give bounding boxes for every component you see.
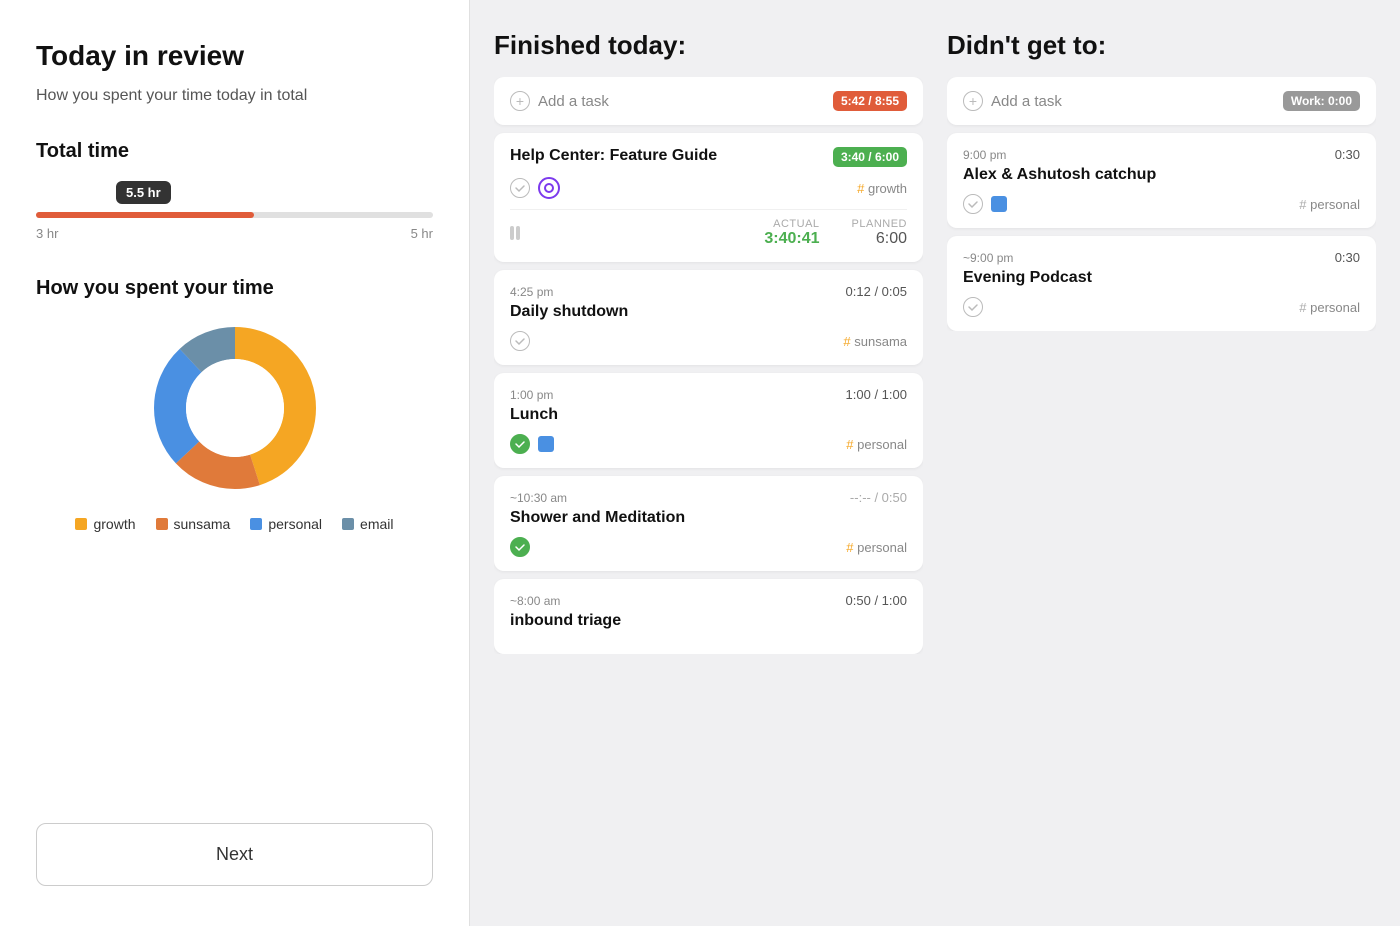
inbound-title: inbound triage xyxy=(510,612,907,630)
legend-sunsama: sunsama xyxy=(156,516,231,532)
planned-label: PLANNED xyxy=(852,218,907,230)
finished-add-task-card[interactable]: + Add a task 5:42 / 8:55 xyxy=(494,77,923,125)
evening-title: Evening Podcast xyxy=(963,269,1360,287)
shower-time: ~10:30 am xyxy=(510,491,567,505)
lunch-duration: 1:00 / 1:00 xyxy=(846,387,907,402)
add-task-label: Add a task xyxy=(538,93,609,110)
evening-duration: 0:30 xyxy=(1335,250,1360,265)
page-title: Today in review xyxy=(36,40,433,72)
lunch-tag: # personal xyxy=(846,437,907,452)
daily-shutdown-duration: 0:12 / 0:05 xyxy=(846,284,907,299)
sunsama-dot xyxy=(156,518,168,530)
pause-icon xyxy=(510,226,520,240)
left-panel: Today in review How you spent your time … xyxy=(0,0,470,926)
legend-growth: growth xyxy=(75,516,135,532)
feature-guide-tag: # growth xyxy=(857,181,907,196)
evening-check[interactable] xyxy=(963,297,983,317)
finished-heading: Finished today: xyxy=(494,30,923,61)
didnt-get-column: Didn't get to: + Add a task Work: 0:00 9… xyxy=(947,30,1376,896)
lunch-square-icon xyxy=(538,436,554,452)
daily-shutdown-time: 4:25 pm xyxy=(510,285,553,299)
finished-tasks-list: + Add a task 5:42 / 8:55 Help Center: Fe… xyxy=(494,77,923,654)
sunsama-label: sunsama xyxy=(174,516,231,532)
legend: growth sunsama personal email xyxy=(36,516,433,532)
how-spent-label: How you spent your time xyxy=(36,277,433,300)
didnt-add-task-label: Add a task xyxy=(991,93,1062,110)
daily-shutdown-card: 4:25 pm 0:12 / 0:05 Daily shutdown # sun… xyxy=(494,270,923,365)
shower-title: Shower and Meditation xyxy=(510,509,907,527)
personal-dot xyxy=(250,518,262,530)
subtitle: How you spent your time today in total xyxy=(36,84,433,108)
daily-shutdown-check[interactable] xyxy=(510,331,530,351)
add-icon: + xyxy=(510,91,530,111)
label-3hr: 3 hr xyxy=(36,226,58,241)
didnt-add-task-left: + Add a task xyxy=(963,91,1062,111)
alex-tag: # personal xyxy=(1299,197,1360,212)
right-panels: Finished today: + Add a task 5:42 / 8:55… xyxy=(470,0,1400,926)
didnt-add-icon: + xyxy=(963,91,983,111)
actual-value: 3:40:41 xyxy=(764,230,819,248)
inbound-triage-card: ~8:00 am 0:50 / 1:00 inbound triage xyxy=(494,579,923,654)
alex-duration: 0:30 xyxy=(1335,147,1360,162)
shower-check[interactable] xyxy=(510,537,530,557)
alex-square-icon xyxy=(991,196,1007,212)
alex-time: 9:00 pm xyxy=(963,148,1006,162)
inbound-duration: 0:50 / 1:00 xyxy=(846,593,907,608)
didnt-add-task-card[interactable]: + Add a task Work: 0:00 xyxy=(947,77,1376,125)
shower-icons xyxy=(510,537,530,557)
email-dot xyxy=(342,518,354,530)
growth-label: growth xyxy=(93,516,135,532)
purple-icon xyxy=(538,177,560,199)
progress-track xyxy=(36,212,433,218)
total-time-label: Total time xyxy=(36,140,433,163)
planned-value: 6:00 xyxy=(876,230,907,248)
shower-duration: --:-- / 0:50 xyxy=(850,490,907,505)
legend-email: email xyxy=(342,516,393,532)
shower-card: ~10:30 am --:-- / 0:50 Shower and Medita… xyxy=(494,476,923,571)
didnt-get-tasks-list: + Add a task Work: 0:00 9:00 pm 0:30 Ale… xyxy=(947,77,1376,331)
lunch-time: 1:00 pm xyxy=(510,388,553,402)
label-5hr: 5 hr xyxy=(411,226,433,241)
lunch-title: Lunch xyxy=(510,406,907,424)
alex-check[interactable] xyxy=(963,194,983,214)
add-task-left: + Add a task xyxy=(510,91,609,111)
feature-guide-badge: 3:40 / 6:00 xyxy=(833,147,907,167)
actual-label: ACTUAL xyxy=(773,218,819,230)
next-button[interactable]: Next xyxy=(36,823,433,886)
finished-time-badge: 5:42 / 8:55 xyxy=(833,91,907,111)
growth-dot xyxy=(75,518,87,530)
inbound-time: ~8:00 am xyxy=(510,594,560,608)
didnt-time-badge: Work: 0:00 xyxy=(1283,91,1360,111)
donut-section: How you spent your time growth xyxy=(36,277,433,532)
alex-icons xyxy=(963,194,1007,214)
didnt-get-heading: Didn't get to: xyxy=(947,30,1376,61)
shower-tag: # personal xyxy=(846,540,907,555)
lunch-check[interactable] xyxy=(510,434,530,454)
feature-guide-card: Help Center: Feature Guide 3:40 / 6:00 #… xyxy=(494,133,923,262)
email-label: email xyxy=(360,516,393,532)
alex-catchup-card: 9:00 pm 0:30 Alex & Ashutosh catchup # p… xyxy=(947,133,1376,228)
finished-column: Finished today: + Add a task 5:42 / 8:55… xyxy=(494,30,923,896)
evening-icons xyxy=(963,297,983,317)
evening-time: ~9:00 pm xyxy=(963,251,1013,265)
evening-podcast-card: ~9:00 pm 0:30 Evening Podcast # personal xyxy=(947,236,1376,331)
lunch-card: 1:00 pm 1:00 / 1:00 Lunch # personal xyxy=(494,373,923,468)
total-time-section: Total time 5.5 hr 3 hr 5 hr xyxy=(36,140,433,241)
daily-shutdown-title: Daily shutdown xyxy=(510,303,907,321)
actual-planned: ACTUAL 3:40:41 PLANNED 6:00 xyxy=(510,209,907,248)
personal-label: personal xyxy=(268,516,322,532)
progress-tooltip: 5.5 hr xyxy=(116,181,171,204)
daily-shutdown-tag: # sunsama xyxy=(843,334,907,349)
alex-title: Alex & Ashutosh catchup xyxy=(963,166,1360,184)
evening-tag: # personal xyxy=(1299,300,1360,315)
progress-labels: 3 hr 5 hr xyxy=(36,226,433,241)
daily-shutdown-icons xyxy=(510,331,530,351)
feature-guide-title: Help Center: Feature Guide xyxy=(510,147,825,165)
progress-fill xyxy=(36,212,254,218)
lunch-icons xyxy=(510,434,554,454)
check-circle-feature[interactable] xyxy=(510,178,530,198)
donut-chart xyxy=(36,318,433,498)
legend-personal: personal xyxy=(250,516,322,532)
